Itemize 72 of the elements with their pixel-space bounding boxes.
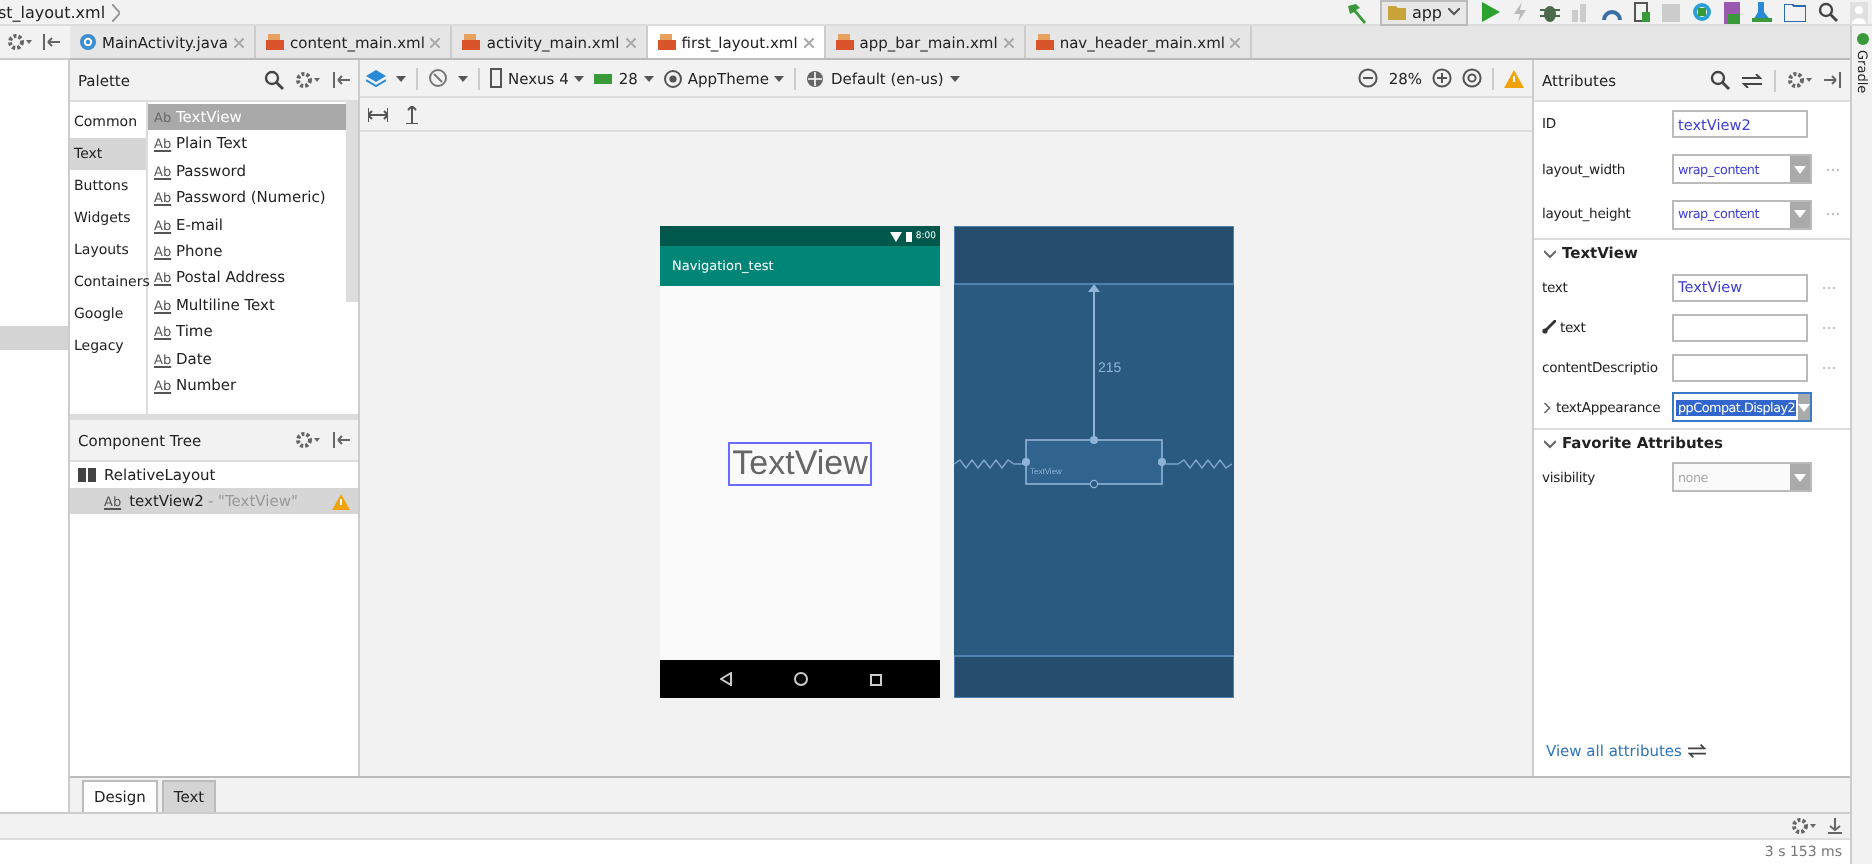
expand-icon[interactable]	[1544, 247, 1556, 259]
zoom-fit-icon[interactable]	[1462, 68, 1482, 88]
avd-icon[interactable]	[1724, 1, 1740, 23]
settings-icon[interactable]	[1788, 72, 1812, 88]
pin-icon[interactable]	[42, 34, 60, 50]
spring-line	[954, 458, 1027, 470]
home-icon[interactable]	[793, 672, 807, 686]
layout-file-icon	[1035, 34, 1054, 50]
globe-icon	[806, 69, 825, 87]
width-arrows-icon[interactable]	[368, 107, 388, 121]
caret-icon	[774, 75, 785, 81]
scrollbar[interactable]	[346, 102, 358, 302]
download-icon[interactable]	[1828, 818, 1842, 834]
swap-icon[interactable]	[1742, 73, 1762, 87]
search-icon[interactable]	[1818, 2, 1838, 22]
pin-icon[interactable]	[1824, 72, 1842, 88]
battery-icon	[905, 231, 912, 241]
sdk-icon[interactable]	[1752, 2, 1772, 22]
class-icon	[80, 34, 96, 50]
theme-icon	[663, 69, 682, 87]
device-icon[interactable]	[1634, 2, 1650, 22]
layout-file-icon	[657, 34, 676, 50]
search-icon[interactable]	[1710, 70, 1730, 90]
settings-icon[interactable]	[1792, 818, 1816, 834]
layout-icon	[78, 468, 96, 482]
search-icon[interactable]	[264, 70, 284, 90]
expand-icon[interactable]	[1544, 437, 1556, 449]
caret-icon	[574, 75, 585, 81]
input-field[interactable]	[1672, 353, 1808, 381]
caret-icon	[1794, 165, 1806, 174]
folder-icon[interactable]	[1784, 3, 1806, 21]
zoom-in-icon[interactable]	[1432, 68, 1452, 88]
gradle-icon	[1855, 32, 1869, 46]
phone-icon	[490, 68, 502, 88]
layout-file-icon	[462, 34, 481, 50]
bug-icon[interactable]	[1540, 2, 1560, 22]
recents-icon[interactable]	[869, 673, 881, 685]
sync-icon[interactable]	[1692, 2, 1712, 22]
hammer-icon[interactable]	[1345, 1, 1368, 23]
text-view[interactable]: TextView	[728, 441, 872, 485]
back-icon[interactable]	[719, 672, 731, 686]
caret-icon[interactable]	[458, 75, 468, 81]
caret-icon	[643, 75, 654, 81]
widget-outline[interactable]	[1022, 436, 1166, 489]
layers-icon[interactable]	[366, 69, 386, 87]
height-arrow-icon[interactable]	[406, 105, 418, 123]
spring-line	[1165, 458, 1233, 470]
input-field[interactable]	[1672, 313, 1808, 341]
layout-file-icon	[265, 34, 284, 50]
rotate-icon[interactable]	[428, 68, 448, 88]
layout-file-icon	[835, 34, 854, 50]
run-config-dropdown[interactable]: app	[1379, 0, 1468, 25]
caret-icon	[1797, 403, 1810, 411]
caret-icon[interactable]	[396, 75, 406, 81]
caret-icon	[1448, 8, 1460, 16]
expand-icon[interactable]	[1542, 401, 1552, 413]
wifi-icon	[889, 231, 902, 241]
zoom-out-icon[interactable]	[1358, 68, 1379, 88]
pin-icon[interactable]	[332, 432, 350, 448]
run-icon[interactable]	[1480, 2, 1500, 22]
caret-icon	[949, 75, 960, 81]
chevron-icon	[111, 3, 120, 21]
pin-icon[interactable]	[332, 72, 350, 88]
swap-icon[interactable]	[1687, 744, 1706, 758]
settings-icon[interactable]	[296, 72, 320, 88]
folder-icon	[1387, 5, 1406, 19]
settings-icon[interactable]	[8, 34, 32, 50]
caret-icon	[1794, 473, 1806, 481]
api-icon	[594, 73, 613, 83]
gauge-icon[interactable]	[1602, 4, 1622, 20]
settings-icon[interactable]	[296, 432, 320, 448]
caret-icon	[1794, 210, 1806, 219]
